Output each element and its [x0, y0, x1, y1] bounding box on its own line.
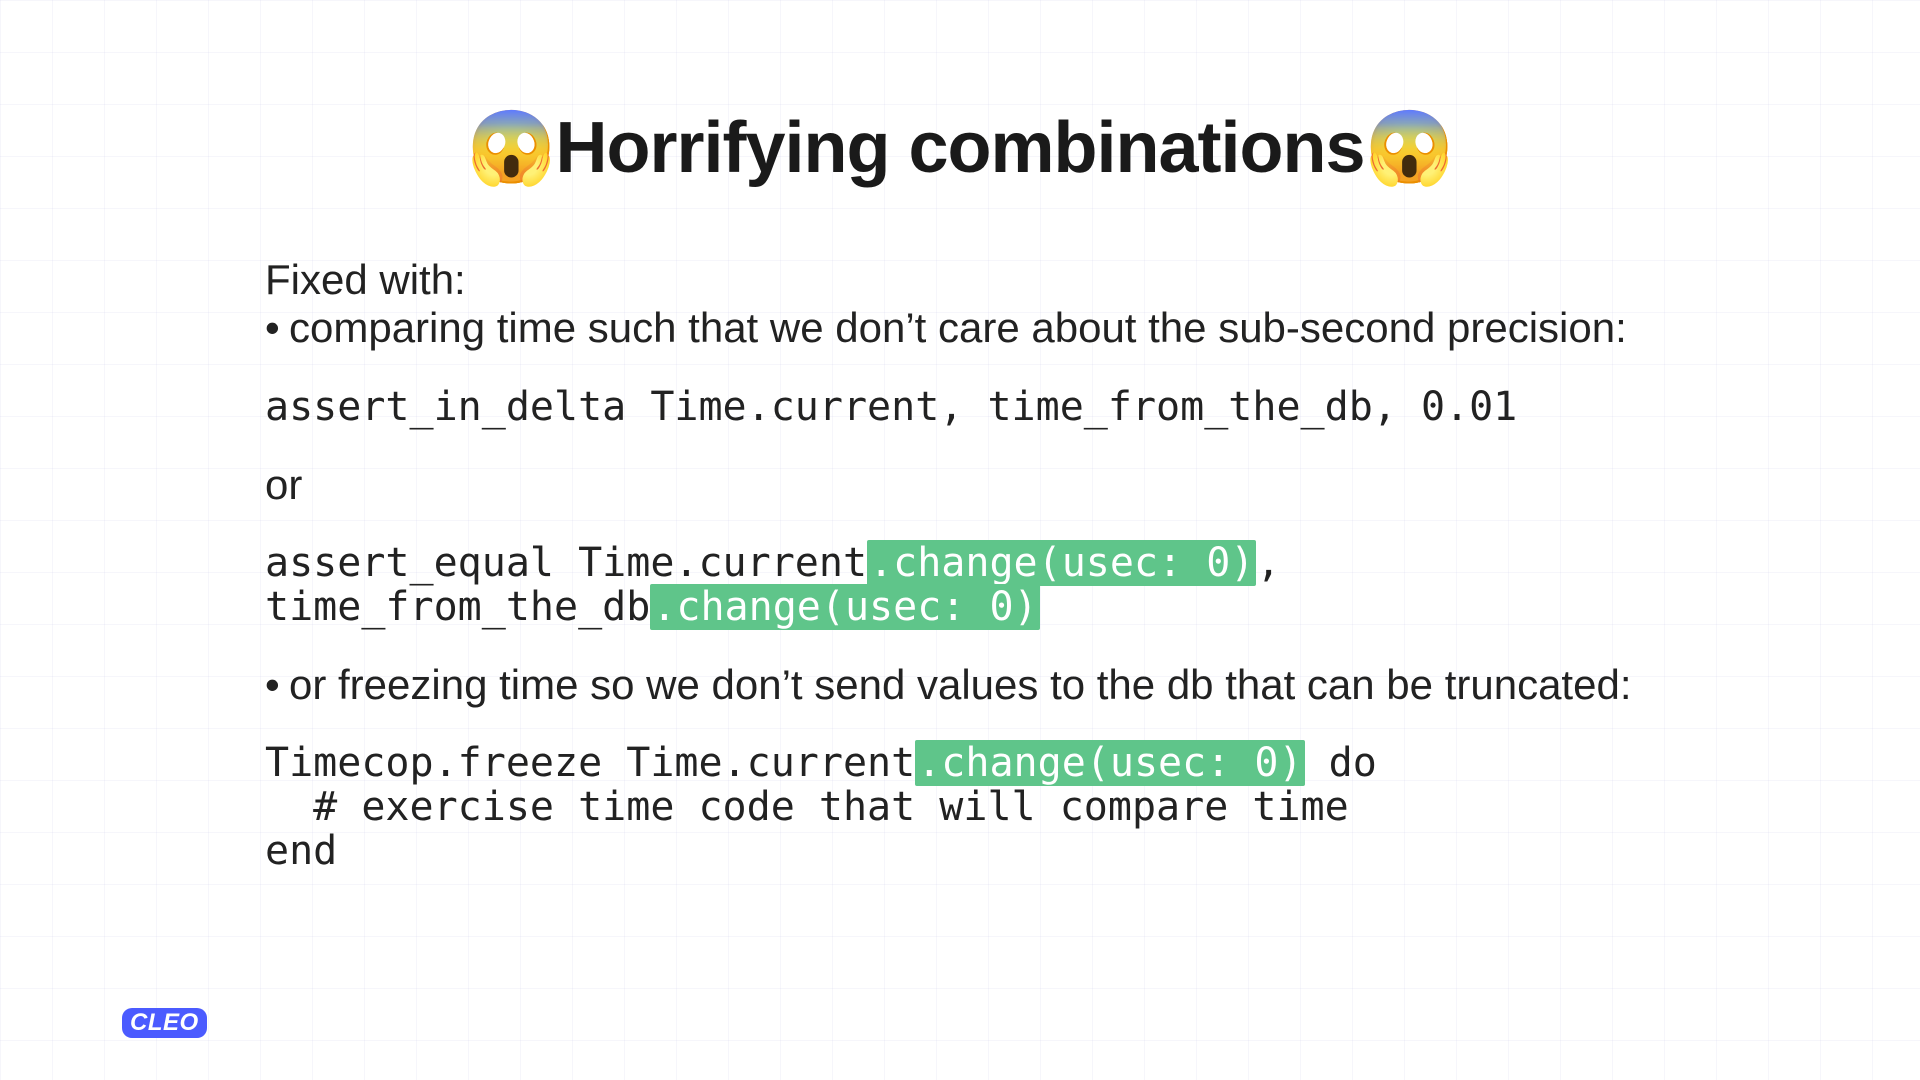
bullet-1-text: comparing time such that we don’t care a…	[289, 304, 1627, 352]
code2-highlight-1: .change(usec: 0)	[867, 540, 1256, 586]
title-text: Horrifying combinations	[555, 108, 1364, 188]
bullet-2: • or freezing time so we don’t send valu…	[265, 661, 1720, 709]
scream-emoji-right: 😱	[1365, 108, 1454, 188]
or-separator: or	[265, 461, 1720, 509]
bullet-dot: •	[265, 304, 289, 352]
code2-line2-pre: time_from_the_db	[265, 584, 650, 630]
code-block-2: assert_equal Time.current.change(usec: 0…	[265, 541, 1720, 629]
code2-highlight-2: .change(usec: 0)	[650, 584, 1039, 630]
code3-line2: # exercise time code that will compare t…	[265, 784, 1349, 830]
bullet-1: • comparing time such that we don’t care…	[265, 304, 1720, 352]
code2-line1-pre: assert_equal Time.current	[265, 540, 867, 586]
code3-highlight: .change(usec: 0)	[915, 740, 1304, 786]
code2-line1-post: ,	[1256, 540, 1280, 586]
scream-emoji-left: 😱	[467, 108, 556, 188]
slide: 😱Horrifying combinations😱 Fixed with: • …	[0, 0, 1920, 1080]
code-block-1: assert_in_delta Time.current, time_from_…	[265, 385, 1720, 429]
code-block-3: Timecop.freeze Time.current.change(usec:…	[265, 741, 1720, 873]
code3-line1-post: do	[1305, 740, 1377, 786]
intro-line: Fixed with:	[265, 256, 1720, 304]
code3-line1-pre: Timecop.freeze Time.current	[265, 740, 915, 786]
bullet-2-text: or freezing time so we don’t send values…	[289, 661, 1631, 709]
bullet-dot: •	[265, 661, 289, 709]
cleo-logo: CLEO	[122, 1008, 207, 1038]
slide-content: Fixed with: • comparing time such that w…	[265, 256, 1720, 905]
slide-title: 😱Horrifying combinations😱	[0, 105, 1920, 190]
code3-line3: end	[265, 828, 337, 874]
